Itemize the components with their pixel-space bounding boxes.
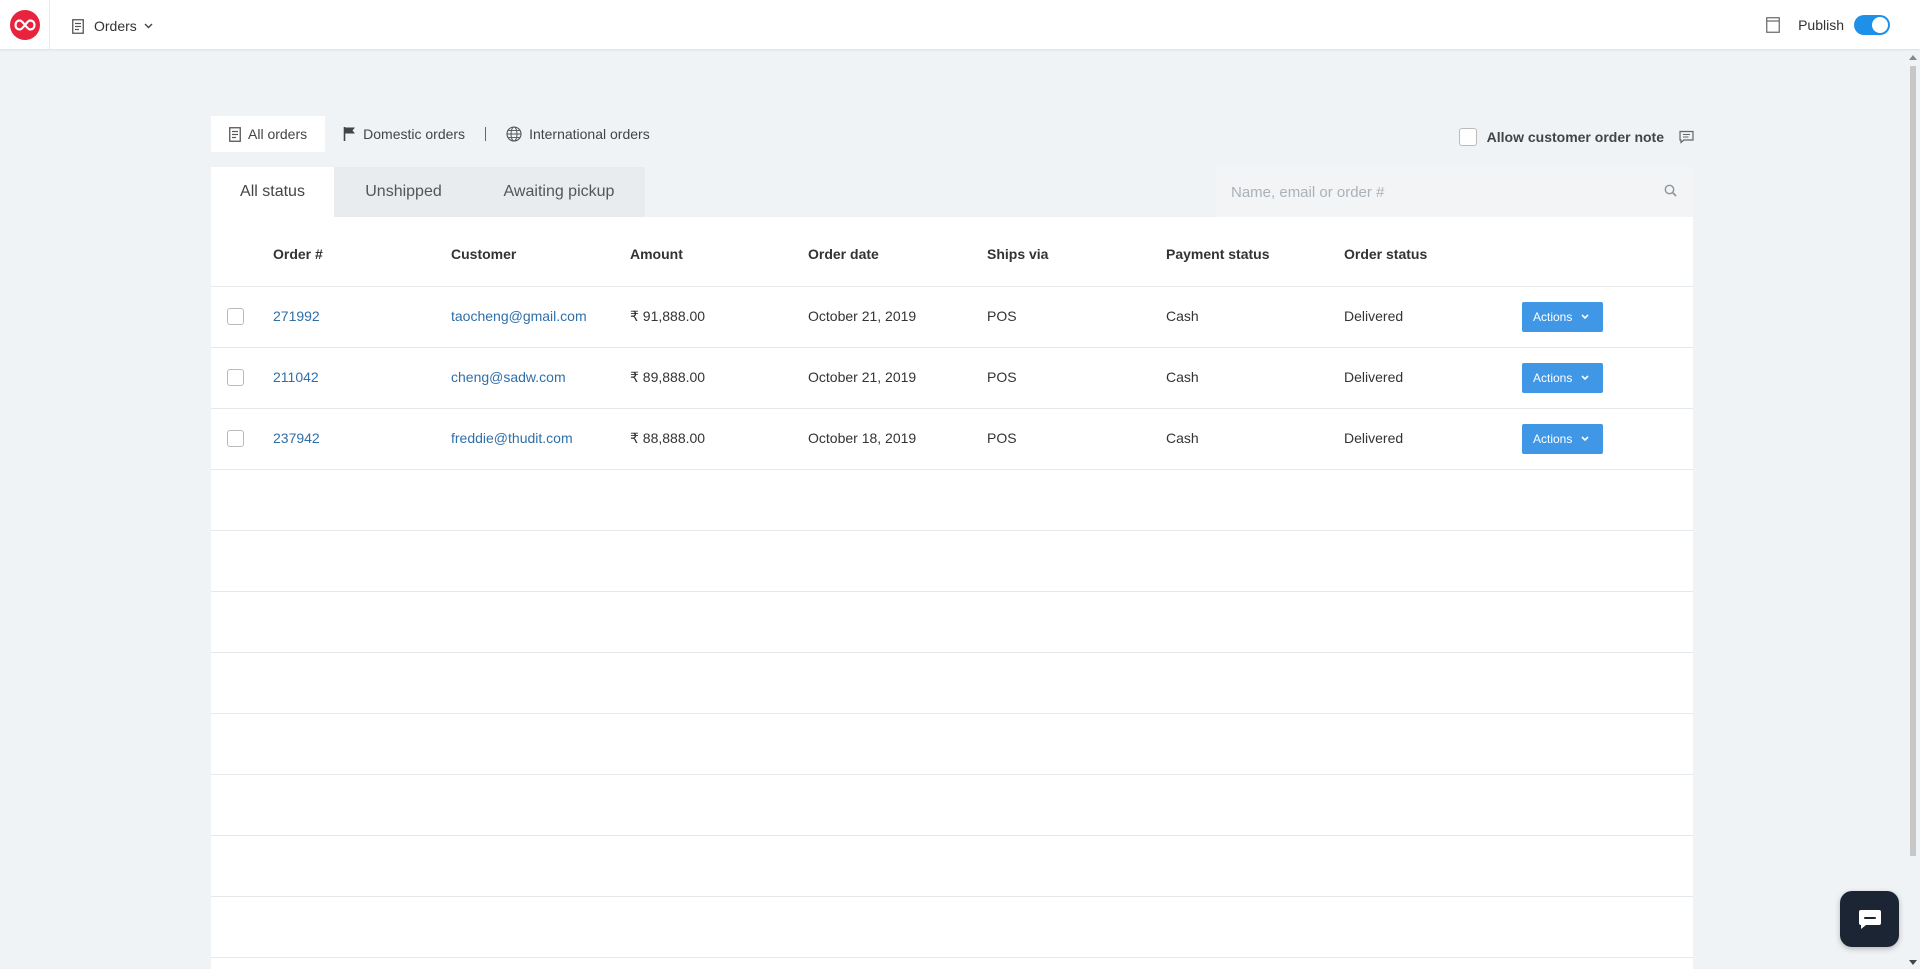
order-type-tabs: All orders Domestic orders International… — [211, 116, 668, 152]
customer-email-link[interactable]: taocheng@gmail.com — [451, 308, 587, 324]
order-note-setting: Allow customer order note — [1458, 127, 1694, 147]
tab-separator — [485, 127, 487, 141]
order-date: October 18, 2019 — [808, 430, 917, 446]
search-box — [1216, 167, 1693, 217]
actions-button[interactable]: Actions — [1522, 302, 1603, 332]
table-row: 211042 cheng@sadw.com ₹ 89,888.00 Octobe… — [211, 348, 1693, 409]
document-icon — [72, 18, 84, 34]
infinity-icon — [14, 19, 36, 31]
actions-button-label: Actions — [1533, 310, 1573, 324]
empty-row — [211, 653, 1693, 714]
empty-row — [211, 592, 1693, 653]
order-status: Delivered — [1344, 430, 1404, 446]
row-checkbox[interactable] — [227, 369, 244, 386]
scroll-up-arrow-icon[interactable] — [1909, 55, 1917, 60]
order-date: October 21, 2019 — [808, 308, 917, 324]
orders-card: All status Unshipped Awaiting pickup Ord… — [211, 167, 1693, 969]
order-amount: ₹ 88,888.00 — [630, 430, 706, 446]
row-checkbox[interactable] — [227, 430, 244, 447]
order-note-checkbox[interactable] — [1458, 128, 1477, 146]
chevron-down-icon — [1581, 314, 1589, 320]
publish-toggle[interactable] — [1854, 15, 1890, 35]
ships-via: POS — [987, 308, 1017, 324]
topbar-divider — [49, 0, 50, 50]
column-header-ships-via[interactable]: Ships via — [987, 246, 1048, 262]
actions-button[interactable]: Actions — [1522, 363, 1603, 393]
page-menu[interactable]: Orders — [72, 16, 153, 36]
comment-icon[interactable] — [1679, 130, 1694, 144]
empty-row — [211, 531, 1693, 592]
empty-row — [211, 775, 1693, 836]
scroll-thumb[interactable] — [1910, 66, 1916, 856]
chevron-down-icon — [1581, 436, 1589, 442]
page-menu-label: Orders — [94, 18, 137, 34]
chat-icon — [1858, 910, 1881, 929]
search-input[interactable] — [1231, 183, 1651, 201]
empty-row — [211, 836, 1693, 897]
actions-button[interactable]: Actions — [1522, 424, 1603, 454]
empty-row — [211, 714, 1693, 775]
table-row: 237942 freddie@thudit.com ₹ 88,888.00 Oc… — [211, 409, 1693, 470]
column-header-amount[interactable]: Amount — [630, 246, 683, 262]
logo[interactable] — [10, 10, 40, 40]
tab-domestic-orders[interactable]: Domestic orders — [325, 116, 483, 152]
scroll-down-arrow-icon[interactable] — [1909, 960, 1917, 965]
tab-unshipped[interactable]: Unshipped — [334, 167, 473, 217]
page-scrollbar[interactable] — [1906, 51, 1920, 969]
tab-awaiting-pickup[interactable]: Awaiting pickup — [473, 167, 645, 217]
tab-all-orders-label: All orders — [248, 126, 308, 142]
chat-button[interactable] — [1840, 891, 1899, 947]
empty-row — [211, 470, 1693, 531]
tab-all-status[interactable]: All status — [211, 167, 334, 217]
order-status: Delivered — [1344, 369, 1404, 385]
column-header-order-date[interactable]: Order date — [808, 246, 879, 262]
table-row: 271992 taocheng@gmail.com ₹ 91,888.00 Oc… — [211, 287, 1693, 348]
row-checkbox[interactable] — [227, 308, 244, 325]
tab-domestic-orders-label: Domestic orders — [363, 126, 466, 142]
tab-all-orders[interactable]: All orders — [211, 116, 326, 152]
order-status: Delivered — [1344, 308, 1404, 324]
document-icon — [229, 126, 241, 142]
chevron-down-icon — [144, 23, 153, 29]
top-bar: Orders Publish — [0, 0, 1920, 50]
ships-via: POS — [987, 369, 1017, 385]
layout-icon[interactable] — [1766, 17, 1780, 33]
flag-icon — [343, 126, 356, 142]
tab-international-orders[interactable]: International orders — [488, 116, 668, 152]
search-icon[interactable] — [1664, 184, 1677, 197]
order-number-link[interactable]: 237942 — [273, 430, 320, 446]
column-header-payment-status[interactable]: Payment status — [1166, 246, 1269, 262]
empty-row — [211, 897, 1693, 958]
column-header-order-status[interactable]: Order status — [1344, 246, 1427, 262]
order-number-link[interactable]: 271992 — [273, 308, 320, 324]
globe-icon — [506, 126, 522, 142]
order-number-link[interactable]: 211042 — [273, 369, 319, 385]
publish-area: Publish — [1766, 15, 1890, 35]
ships-via: POS — [987, 430, 1017, 446]
payment-status: Cash — [1166, 308, 1199, 324]
column-header-order[interactable]: Order # — [273, 246, 323, 262]
order-amount: ₹ 91,888.00 — [630, 308, 706, 324]
order-date: October 21, 2019 — [808, 369, 917, 385]
order-note-label: Allow customer order note — [1486, 129, 1664, 145]
payment-status: Cash — [1166, 430, 1199, 446]
actions-button-label: Actions — [1533, 432, 1573, 446]
payment-status: Cash — [1166, 369, 1199, 385]
chevron-down-icon — [1581, 375, 1589, 381]
tab-international-orders-label: International orders — [529, 126, 650, 142]
publish-label: Publish — [1798, 17, 1844, 33]
customer-email-link[interactable]: cheng@sadw.com — [451, 369, 566, 385]
table-header: Order # Customer Amount Order date Ships… — [211, 217, 1693, 287]
order-amount: ₹ 89,888.00 — [630, 369, 706, 385]
customer-email-link[interactable]: freddie@thudit.com — [451, 430, 573, 446]
status-tabs: All status Unshipped Awaiting pickup — [211, 167, 1693, 217]
actions-button-label: Actions — [1533, 371, 1573, 385]
column-header-customer[interactable]: Customer — [451, 246, 516, 262]
